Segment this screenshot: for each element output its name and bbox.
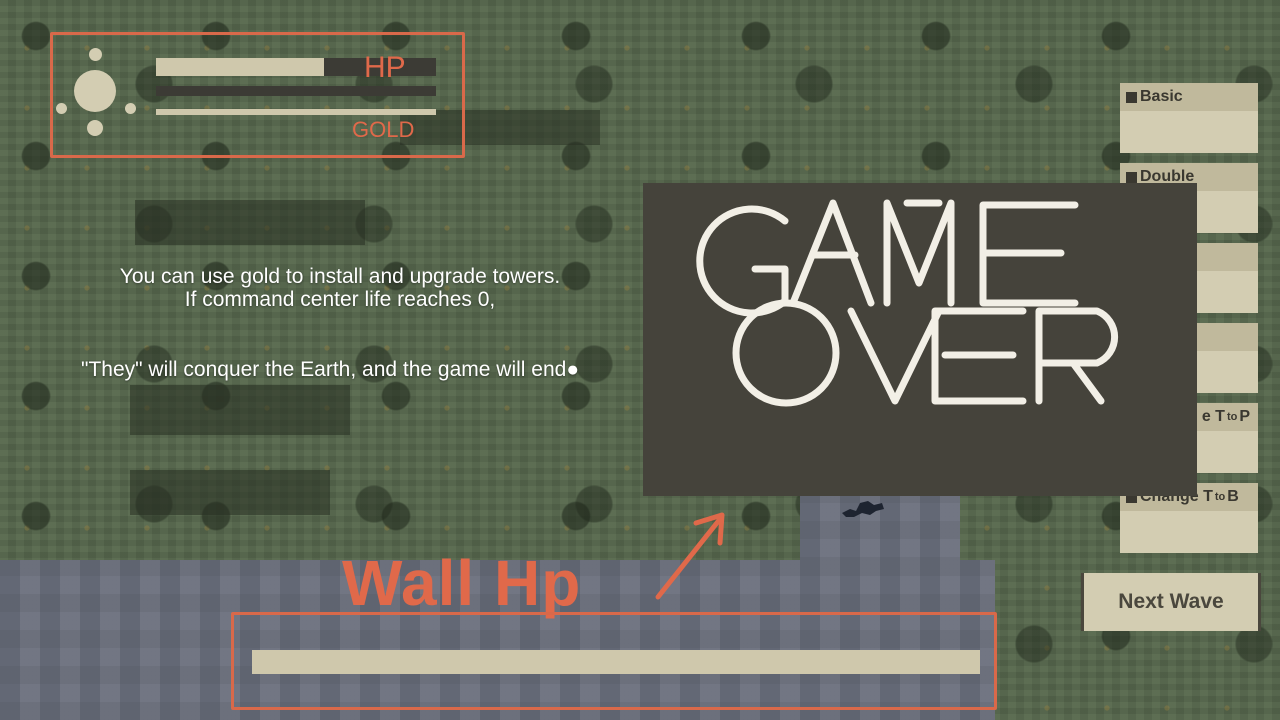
tutorial-line-3: "They" will conquer the Earth, and the g…	[80, 358, 580, 381]
hud-annotation-box	[50, 32, 465, 158]
game-screen: HP GOLD You can use gold to install and …	[0, 0, 1280, 720]
square-icon	[1126, 171, 1137, 183]
arrow-icon	[655, 512, 725, 600]
game-over-overlay	[643, 183, 1197, 496]
square-icon	[1126, 91, 1137, 103]
tower-button-header: Basic	[1120, 83, 1258, 111]
terrain-shadow	[130, 385, 350, 435]
tutorial-line-1: You can use gold to install and upgrade …	[119, 265, 561, 288]
enemy-sprite	[842, 501, 884, 517]
wall-hp-label: Wall Hp	[342, 547, 582, 619]
next-wave-button[interactable]: Next Wave	[1081, 573, 1261, 631]
tower-button-basic[interactable]: Basic	[1120, 83, 1258, 153]
tutorial-line-2: If command center life reaches 0,	[184, 288, 496, 311]
wall-hp-annotation-box	[231, 612, 997, 710]
terrain-shadow	[135, 200, 365, 245]
game-over-title	[696, 199, 1119, 407]
terrain-shadow	[130, 470, 330, 515]
